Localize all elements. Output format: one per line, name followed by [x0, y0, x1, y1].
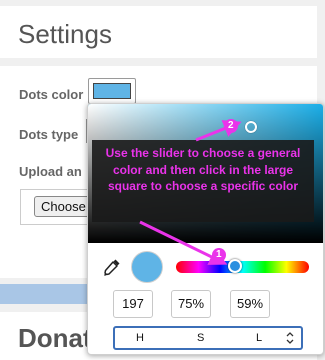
settings-header: Settings	[0, 6, 317, 58]
choose-file-button[interactable]: Choose	[34, 196, 94, 217]
donate-title: Donat	[18, 323, 92, 353]
lightness-input[interactable]: 59%	[230, 290, 270, 318]
dots-color-label: Dots color	[19, 87, 84, 102]
mode-label-l: L	[256, 332, 263, 344]
hue-input[interactable]: 197	[113, 290, 153, 318]
color-picker-popup: 197 75% 59% H S L	[87, 103, 324, 355]
color-mode-switch[interactable]: H S L	[113, 326, 303, 350]
dots-color-swatch-fill	[93, 83, 131, 99]
step-1-number: 1	[216, 249, 222, 260]
mode-label-s: S	[197, 332, 205, 344]
page-title: Settings	[18, 19, 112, 49]
eyedropper-icon[interactable]	[102, 257, 122, 277]
upload-label: Upload an	[19, 164, 82, 179]
hue-slider-handle[interactable]	[228, 259, 242, 273]
saturation-input[interactable]: 75%	[171, 290, 211, 318]
mode-label-h: H	[136, 332, 144, 344]
chevron-up-down-icon[interactable]	[286, 331, 294, 345]
tutorial-instructions: Use the slider to choose a general color…	[105, 146, 301, 193]
dots-color-swatch[interactable]	[88, 78, 136, 104]
color-preview	[131, 251, 163, 283]
step-2-number: 2	[228, 120, 234, 131]
sv-handle[interactable]	[245, 121, 257, 133]
dots-type-label: Dots type	[19, 127, 79, 142]
hue-slider[interactable]	[176, 261, 309, 273]
